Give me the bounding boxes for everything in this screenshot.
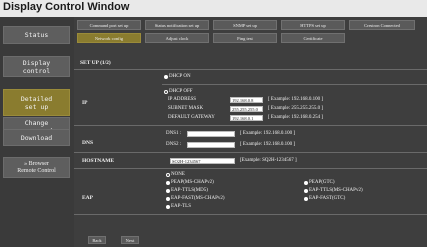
sidebar-item-status[interactable]: Status <box>3 26 70 44</box>
sidebar-item-browser-remote[interactable]: » Browser Remote Control <box>3 157 70 178</box>
radio-label: EAP-TLS <box>171 204 191 209</box>
radio-dot-icon <box>166 196 170 201</box>
default-gateway-label: DEFAULT GATEWAY <box>168 115 215 120</box>
divider <box>74 168 427 169</box>
dns2-label: DNS2 : <box>166 142 182 147</box>
eap-fast-gtc-radio[interactable]: EAP-FAST(GTC) <box>304 196 345 201</box>
main-content: Command port set up Status notification … <box>74 17 427 247</box>
tab-ping-test[interactable]: Ping test <box>213 33 277 43</box>
dns-label: DNS <box>82 140 94 146</box>
button-label: Back <box>92 237 102 243</box>
radio-selected-icon <box>164 89 168 94</box>
eap-none-radio[interactable]: NONE <box>166 172 185 177</box>
tab-label: Adjust clock <box>165 35 189 41</box>
tab-label: Crestron Connected <box>364 22 400 28</box>
section-title: SET UP (1/2) <box>80 60 111 66</box>
tab-status-notification[interactable]: Status notification set up <box>145 20 209 30</box>
tab-crestron[interactable]: Crestron Connected <box>349 20 415 30</box>
radio-label: EAP-FAST(MS-CHAPv2) <box>171 196 225 201</box>
hostname-label: HOSTNAME <box>82 158 115 164</box>
tab-label: Ping test <box>237 35 253 41</box>
divider <box>74 152 427 153</box>
radio-dot-icon <box>166 188 170 193</box>
radio-dot-icon <box>304 188 308 193</box>
ip-address-hint: [ Example: 192.168.0.100 ] <box>268 97 323 102</box>
radio-label: EAP-FAST(GTC) <box>309 196 346 201</box>
dns2-hint: [ Example: 192.168.0.100 ] <box>240 142 295 147</box>
tab-label: HTTPS set up <box>300 22 326 28</box>
eap-peap-mschap-radio[interactable]: PEAP(MS-CHAPv2) <box>166 180 214 185</box>
dhcp-on-radio[interactable]: DHCP ON <box>164 74 191 79</box>
radio-label: DHCP OFF <box>169 89 193 94</box>
radio-dot-icon <box>304 196 308 201</box>
tab-label: Certificate <box>303 35 323 41</box>
tab-https[interactable]: HTTPS set up <box>281 20 345 30</box>
radio-label: EAP-TTLS(MD5) <box>171 188 208 193</box>
sidebar-item-label: Status <box>24 31 49 39</box>
sidebar-item-label: Display control <box>22 58 51 75</box>
tab-adjust-clock[interactable]: Adjust clock <box>145 33 209 43</box>
window-titlebar: Display Control Window <box>0 0 427 17</box>
dns1-hint: [ Example: 192.168.0.100 ] <box>240 131 295 136</box>
default-gateway-hint: [ Example: 192.168.0.254 ] <box>268 115 323 120</box>
eap-ttls-md5-radio[interactable]: EAP-TTLS(MD5) <box>166 188 208 193</box>
back-button[interactable]: Back <box>88 236 106 244</box>
tab-label: Network config <box>94 35 124 41</box>
radio-selected-icon <box>166 172 170 177</box>
radio-label: PEAP(GTC) <box>309 180 335 185</box>
radio-label: PEAP(MS-CHAPv2) <box>171 180 214 185</box>
subnet-mask-input[interactable]: 255.255.255.0 <box>230 106 263 112</box>
tab-network-config[interactable]: Network config <box>77 33 141 43</box>
eap-ttls-mschap-radio[interactable]: EAP-TTLS(MS-CHAPv2) <box>304 188 363 193</box>
tab-label: Status notification set up <box>154 22 200 28</box>
radio-dot-icon <box>166 204 170 209</box>
dhcp-off-radio[interactable]: DHCP OFF <box>164 89 193 94</box>
button-label: Next <box>125 237 135 243</box>
divider <box>74 214 427 215</box>
tab-command-port[interactable]: Command port set up <box>77 20 141 30</box>
sidebar-item-label: Detailed set up <box>20 94 53 111</box>
tab-label: Command port set up <box>89 22 129 28</box>
dns2-input[interactable] <box>187 142 235 148</box>
radio-dot-icon <box>166 180 170 185</box>
eap-peap-gtc-radio[interactable]: PEAP(GTC) <box>304 180 335 185</box>
hostname-input[interactable]: SQ2H-1234567 <box>170 158 235 164</box>
hostname-hint: [Example: SQ2H-1234567 ] <box>240 158 297 163</box>
ip-address-label: IP ADDRESS <box>168 97 197 102</box>
divider <box>74 125 427 126</box>
sidebar: Status Display control Detailed set up C… <box>0 17 74 247</box>
dns1-input[interactable] <box>187 131 235 137</box>
next-button[interactable]: Next <box>121 236 139 244</box>
sidebar-item-label: » Browser Remote Control <box>17 160 56 174</box>
tab-certificate[interactable]: Certificate <box>281 33 345 43</box>
tab-snmp[interactable]: SNMP set up <box>213 20 277 30</box>
sidebar-item-label: Download <box>20 133 53 142</box>
tab-label: SNMP set up <box>233 22 257 28</box>
radio-dot-icon <box>304 180 308 185</box>
sidebar-item-download[interactable]: Download <box>3 129 70 146</box>
radio-label: DHCP ON <box>169 74 191 79</box>
divider <box>162 84 427 85</box>
eap-tls-radio[interactable]: EAP-TLS <box>166 204 191 209</box>
eap-label: EAP <box>82 195 93 201</box>
radio-dot-icon <box>164 74 168 79</box>
subnet-mask-hint: [ Example: 255.255.255.0 ] <box>268 106 323 111</box>
divider <box>74 69 427 70</box>
sidebar-item-detailed-setup[interactable]: Detailed set up <box>3 89 70 116</box>
ip-address-input[interactable]: 192.168.0.8 <box>230 97 263 103</box>
window-title: Display Control Window <box>3 1 130 13</box>
sidebar-item-display-control[interactable]: Display control <box>3 56 70 77</box>
ip-label: IP <box>82 100 88 106</box>
dns1-label: DNS1 : <box>166 131 182 136</box>
eap-fast-mschap-radio[interactable]: EAP-FAST(MS-CHAPv2) <box>166 196 225 201</box>
radio-label: NONE <box>171 172 185 177</box>
subnet-mask-label: SUBNET MASK <box>168 106 204 111</box>
radio-label: EAP-TTLS(MS-CHAPv2) <box>309 188 363 193</box>
default-gateway-input[interactable]: 192.168.0.1 <box>230 115 263 121</box>
